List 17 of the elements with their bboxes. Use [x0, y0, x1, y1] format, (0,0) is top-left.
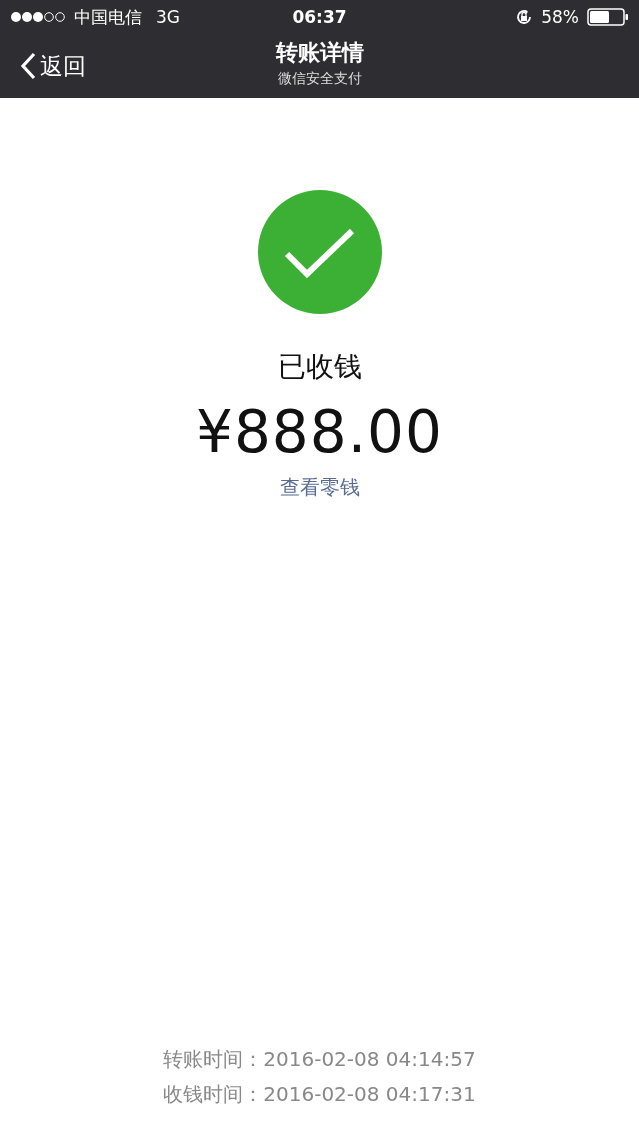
success-check-icon [257, 190, 382, 314]
rotation-lock-icon [515, 8, 534, 26]
carrier-name: 中国电信 [74, 5, 142, 29]
network-type: 3G [156, 7, 180, 27]
battery-percent: 58% [541, 7, 579, 27]
chevron-icon [20, 52, 36, 80]
timestamp-text: 收钱时间：2016-02-08 04:17:31 [163, 1081, 476, 1108]
battery-icon [587, 8, 629, 26]
signal-icon [10, 11, 66, 23]
back-button[interactable]: 返回 [0, 41, 94, 91]
timestamp-text: 转账时间：2016-02-08 04:14:57 [163, 1046, 476, 1073]
view-balance-link[interactable]: 查看零钱 [279, 474, 360, 501]
amount-text: ¥888.00 [196, 398, 443, 466]
page-title: 转账详情 [275, 39, 364, 67]
clock-time: 06:37 [292, 7, 347, 27]
page-subtitle: 微信安全支付 [277, 70, 362, 88]
status-text: 已收钱 [277, 349, 362, 385]
